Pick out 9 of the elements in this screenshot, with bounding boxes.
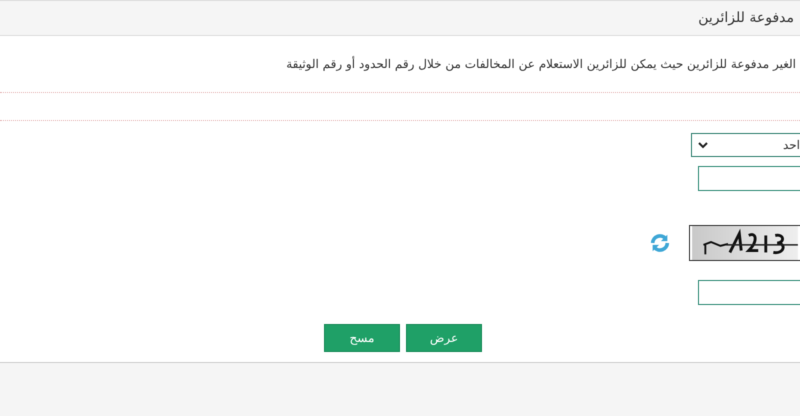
clear-button[interactable]: مسح: [324, 324, 400, 352]
page-title: مدفوعة للزائرين: [698, 10, 794, 26]
show-button[interactable]: عرض: [406, 324, 482, 352]
captcha-input[interactable]: [698, 280, 800, 305]
refresh-icon[interactable]: [649, 232, 671, 254]
chevron-down-icon: [698, 141, 708, 149]
number-input[interactable]: [698, 166, 800, 191]
description-text: الغير مدفوعة للزائرين حيث يمكن للزائرين الاستعلام عن المخالفات من خلال رقم الحدود أو رقم الوثيقة: [286, 57, 796, 71]
type-select[interactable]: احد: [691, 133, 800, 157]
